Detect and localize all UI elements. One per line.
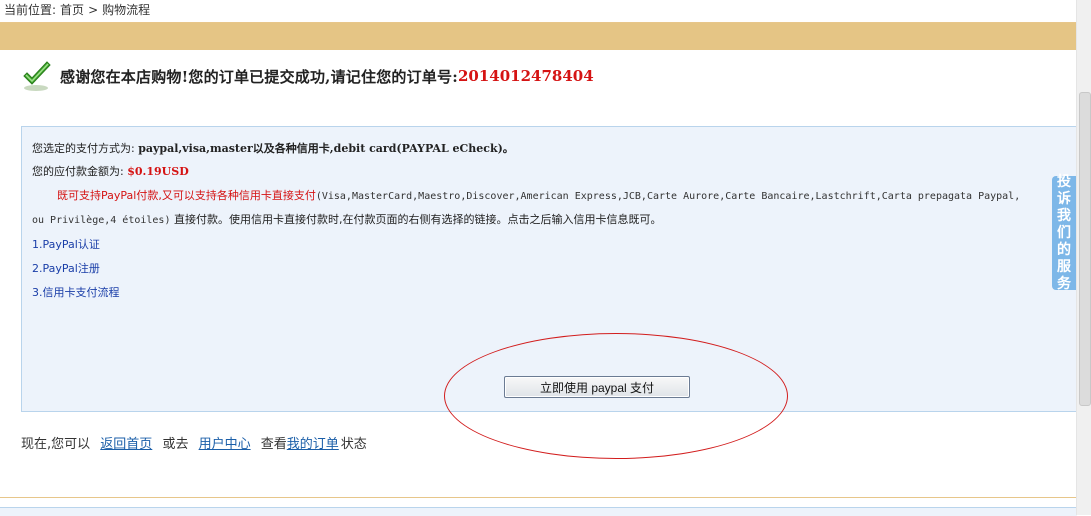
order-success-message: 感谢您在本店购物!您的订单已提交成功,请记住您的订单号: 201401247840…: [20, 59, 594, 93]
payment-amount-label: 您的应付款金额为:: [32, 165, 124, 178]
breadcrumb-label: 当前位置:: [4, 3, 57, 17]
payment-support-rest: 直接付款。使用信用卡直接付款时,在付款页面的右侧有选择的链接。点击之后输入信用卡…: [173, 213, 662, 226]
scrollbar-thumb[interactable]: [1079, 92, 1091, 406]
service-tab-char: 务: [1057, 275, 1071, 292]
complaint-service-tab[interactable]: 投 诉 我 们 的 服 务: [1052, 173, 1076, 292]
paypal-verify-link-row: 1.PayPal认证: [32, 236, 100, 252]
payment-panel: 您选定的支付方式为: paypal,visa,master以及各种信用卡,deb…: [21, 126, 1080, 412]
header-band: [0, 23, 1077, 50]
pay-with-paypal-button[interactable]: 立即使用 paypal 支付: [504, 376, 690, 398]
service-tab-char: 们: [1057, 224, 1071, 241]
paypal-verify-link[interactable]: 1.PayPal认证: [32, 238, 100, 251]
payment-support-row-2: ou Privilège,4 étoiles) 直接付款。使用信用卡直接付款时,…: [32, 211, 661, 227]
user-center-link[interactable]: 用户中心: [199, 437, 251, 452]
paypal-register-link[interactable]: 2.PayPal注册: [32, 262, 100, 275]
service-tab-char: 服: [1057, 258, 1071, 275]
payment-support-cards-2: ou Privilège,4 étoiles): [32, 215, 171, 226]
next-status: 状态: [340, 437, 367, 452]
payment-support-cards: (Visa,MasterCard,Maestro,Discover,Americ…: [315, 191, 1021, 202]
payment-amount-value: $0.19USD: [127, 165, 189, 178]
breadcrumb-home-link[interactable]: 首页: [60, 3, 84, 17]
credit-card-flow-link[interactable]: 3.信用卡支付流程: [32, 286, 120, 299]
payment-method-label: 您选定的支付方式为:: [32, 142, 135, 155]
payment-support-highlight: 既可支持PayPal付款,又可以支持各种信用卡直接支付: [57, 189, 316, 202]
checkmark-icon: [23, 61, 51, 91]
service-tab-char: 诉: [1057, 190, 1071, 207]
thanks-text: 感谢您在本店购物!您的订单已提交成功,请记住您的订单号:: [60, 67, 458, 86]
payment-method-row: 您选定的支付方式为: paypal,visa,master以及各种信用卡,deb…: [32, 140, 514, 156]
next-or-go: 或去: [162, 437, 189, 452]
next-prefix: 现在,您可以: [21, 437, 91, 452]
payment-support-row: 既可支持PayPal付款,又可以支持各种信用卡直接支付(Visa,MasterC…: [57, 187, 1020, 203]
next-steps-line: 现在,您可以 返回首页 或去 用户中心 查看我的订单 状态: [21, 433, 367, 452]
breadcrumb-separator: >: [88, 3, 99, 17]
breadcrumb-current: 购物流程: [102, 3, 151, 17]
back-home-link[interactable]: 返回首页: [100, 437, 152, 452]
credit-card-flow-link-row: 3.信用卡支付流程: [32, 284, 120, 300]
my-orders-link[interactable]: 我的订单: [287, 437, 339, 452]
service-tab-char: 的: [1057, 241, 1071, 258]
vertical-scrollbar[interactable]: [1076, 0, 1091, 515]
breadcrumb: 当前位置: 首页 > 购物流程: [4, 1, 154, 19]
next-view: 查看: [260, 437, 287, 452]
payment-method-value: paypal,visa,master以及各种信用卡,debit card(PAY…: [138, 142, 514, 155]
paypal-register-link-row: 2.PayPal注册: [32, 260, 100, 276]
service-tab-char: 投: [1057, 173, 1071, 190]
order-number: 2014012478404: [457, 67, 594, 85]
service-tab-char: 我: [1057, 207, 1071, 224]
payment-amount-row: 您的应付款金额为: $0.19USD: [32, 163, 189, 179]
